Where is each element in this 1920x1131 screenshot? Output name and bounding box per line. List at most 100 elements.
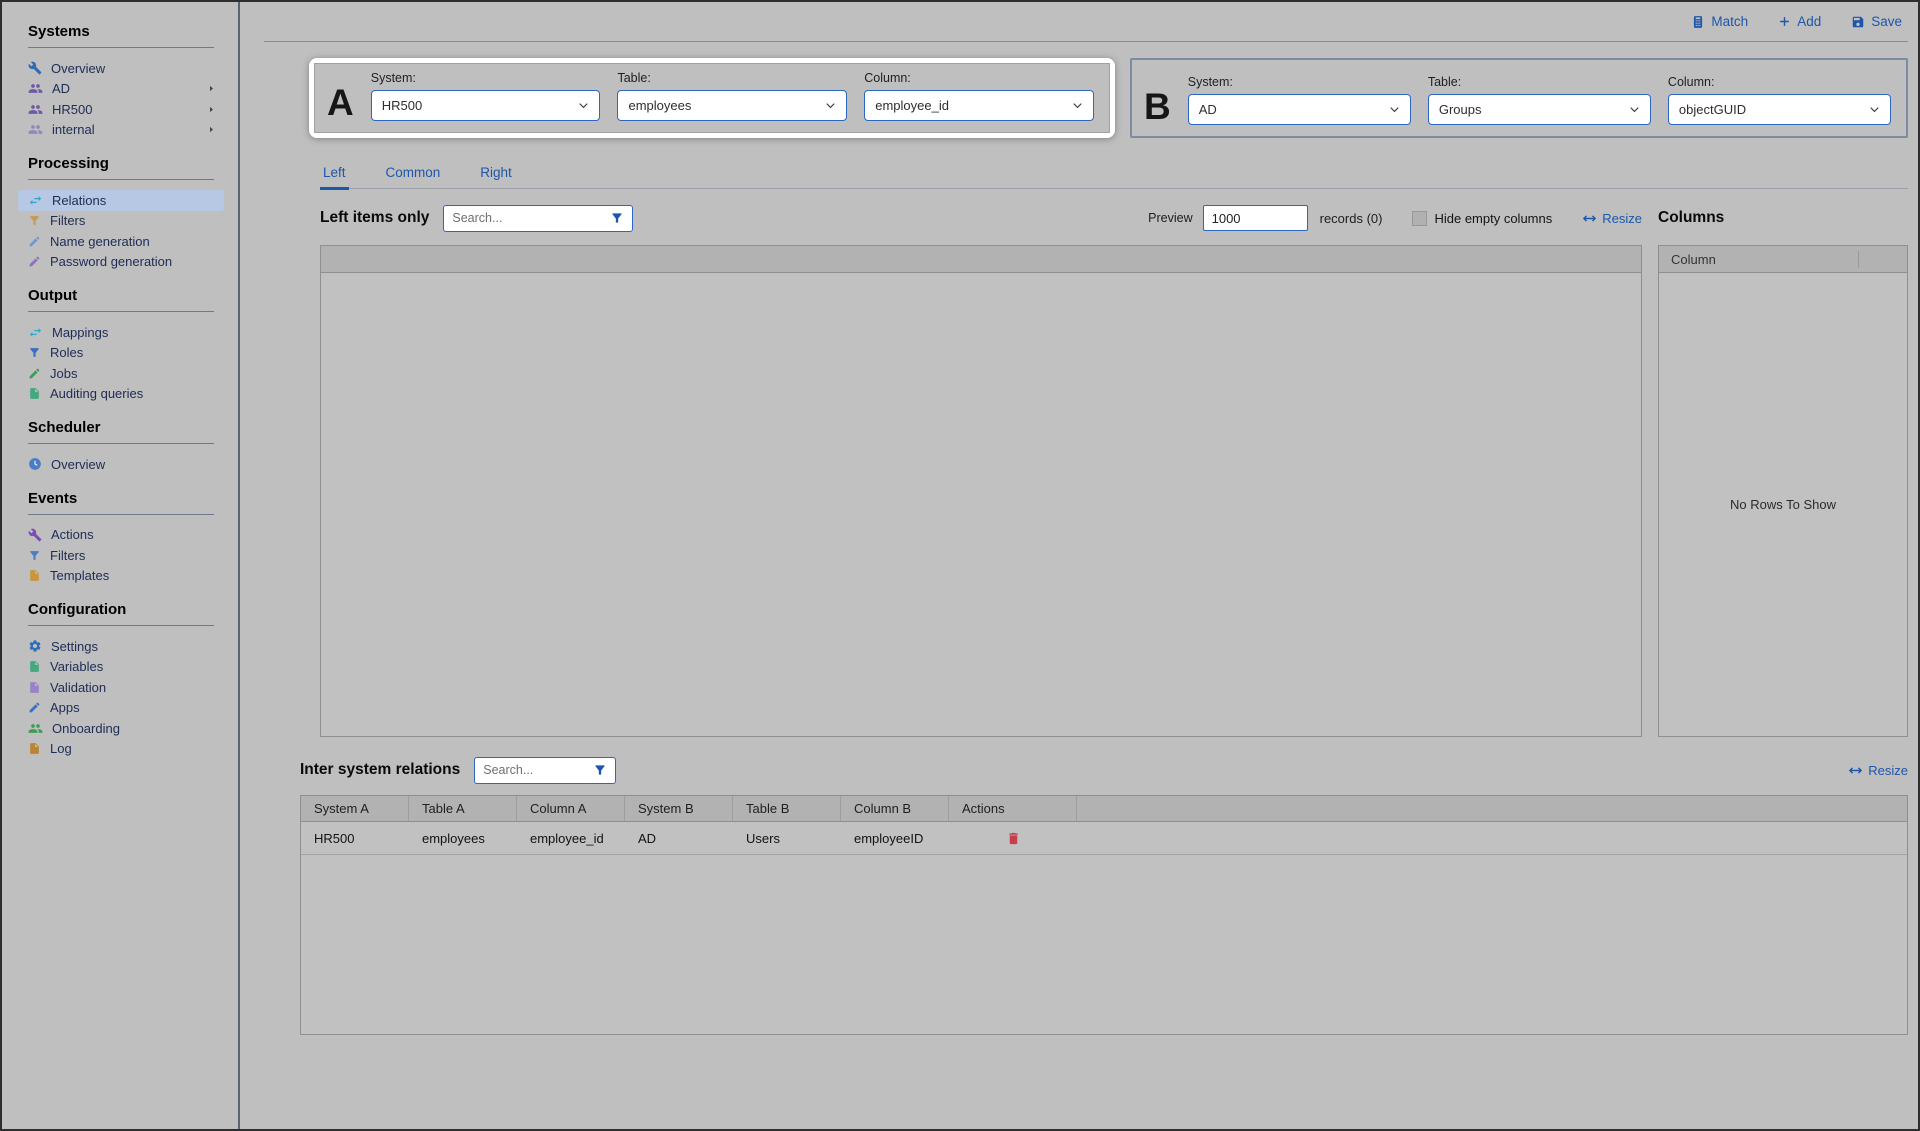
column-header-system-a[interactable]: System A [301,796,409,821]
column-header-column-a[interactable]: Column A [517,796,625,821]
sidebar-item-internal[interactable]: internal [18,120,224,141]
table-a-select[interactable]: employees [617,90,847,121]
relations-resize-link[interactable]: Resize [1848,763,1908,778]
chevron-down-icon [1867,102,1882,117]
system-b-value: AD [1199,102,1217,117]
column-b-value: objectGUID [1679,102,1746,117]
left-items-header-row: Left items only Search... Preview record… [320,202,1642,234]
column-header-actions[interactable]: Actions [949,796,1077,821]
system-a-select[interactable]: HR500 [371,90,601,121]
divider [28,514,214,515]
chevron-right-icon [207,105,216,114]
save-button[interactable]: Save [1851,14,1902,29]
cell-system-a: HR500 [301,831,409,846]
sidebar-item-jobs[interactable]: Jobs [18,363,224,384]
sidebar-item-label: Roles [50,345,83,360]
hide-empty-columns-checkbox[interactable] [1412,211,1427,226]
delete-relation-button[interactable] [1006,831,1021,846]
relations-search-input[interactable]: Search... [474,757,616,784]
relations-table-header: System A Table A Column A System B Table… [301,796,1907,822]
cell-column-a: employee_id [517,831,625,846]
search-placeholder: Search... [452,211,502,225]
column-a-select[interactable]: employee_id [864,90,1094,121]
sidebar-section-title-configuration: Configuration [28,601,214,618]
system-b-select[interactable]: AD [1188,94,1411,125]
sidebar-item-actions[interactable]: Actions [18,525,224,546]
add-button[interactable]: Add [1778,14,1821,29]
column-header-table-a[interactable]: Table A [409,796,517,821]
divider [28,47,214,48]
match-button[interactable]: Match [1691,14,1748,29]
middle-section: Left items only Search... Preview record… [320,202,1908,737]
sidebar-item-label: Settings [51,639,98,654]
sidebar-item-event-filters[interactable]: Filters [18,545,224,566]
sidebar-item-scheduler-overview[interactable]: Overview [18,454,224,475]
swap-arrows-icon [28,325,43,340]
sidebar-item-templates[interactable]: Templates [18,566,224,587]
calculator-icon [1691,15,1705,29]
column-header-system-b[interactable]: System B [625,796,733,821]
column-a-label: Column: [864,71,1094,85]
tab-common[interactable]: Common [383,160,444,190]
sidebar-item-hr500[interactable]: HR500 [18,99,224,120]
sidebar-item-apps[interactable]: Apps [18,698,224,719]
sidebar-section-title-scheduler: Scheduler [28,419,214,436]
resize-link-label: Resize [1602,211,1642,226]
relations-table: System A Table A Column A System B Table… [300,795,1908,1035]
table-b-select[interactable]: Groups [1428,94,1651,125]
left-items-search-input[interactable]: Search... [443,205,633,232]
sidebar-item-filters[interactable]: Filters [18,211,224,232]
column-header-column-b[interactable]: Column B [841,796,949,821]
sidebar-section-title-systems: Systems [28,23,214,40]
sidebar-item-ad[interactable]: AD [18,79,224,100]
sidebar-item-label: HR500 [52,102,92,117]
sidebar-item-settings[interactable]: Settings [18,636,224,657]
cell-table-a: employees [409,831,517,846]
sidebar-item-log[interactable]: Log [18,739,224,760]
chevron-right-icon [207,84,216,93]
sidebar-item-label: Overview [51,61,105,76]
chevron-right-icon [207,125,216,134]
sidebar-item-auditing-queries[interactable]: Auditing queries [18,384,224,405]
sidebar-item-label: Overview [51,457,105,472]
sidebar-item-relations[interactable]: Relations [18,190,224,211]
filter-funnel-icon[interactable] [593,763,607,777]
system-a-label: System: [371,71,601,85]
search-placeholder: Search... [483,763,533,777]
sidebar-item-label: Templates [50,568,109,583]
table-a-label: Table: [617,71,847,85]
sidebar-item-overview[interactable]: Overview [18,58,224,79]
sidebar-item-variables[interactable]: Variables [18,657,224,678]
filter-funnel-icon[interactable] [610,211,624,225]
document-icon [28,660,41,673]
gear-icon [28,639,42,653]
match-button-label: Match [1711,14,1748,29]
resize-arrows-icon [1848,763,1863,778]
columns-grid-header[interactable]: Column [1659,246,1907,273]
relation-table-row[interactable]: HR500 employees employee_id AD Users emp… [301,822,1907,855]
tab-left[interactable]: Left [320,160,349,190]
sidebar-item-label: Mappings [52,325,108,340]
sidebar-item-password-generation[interactable]: Password generation [18,252,224,273]
column-b-select[interactable]: objectGUID [1668,94,1891,125]
sidebar-item-mappings[interactable]: Mappings [18,322,224,343]
resize-link-label: Resize [1868,763,1908,778]
left-items-grid [320,245,1642,737]
chevron-down-icon [1070,98,1085,113]
top-toolbar: Match Add Save [264,2,1908,42]
relations-header-row: Inter system relations Search... Resize [300,755,1908,785]
tab-right[interactable]: Right [477,160,515,190]
sidebar-item-name-generation[interactable]: Name generation [18,231,224,252]
edit-icon [28,255,41,268]
sidebar-item-validation[interactable]: Validation [18,677,224,698]
sidebar-item-onboarding[interactable]: Onboarding [18,718,224,739]
sidebar-item-label: Apps [50,700,80,715]
column-header-table-b[interactable]: Table B [733,796,841,821]
column-header-filler [1077,796,1907,821]
divider [28,625,214,626]
sidebar-item-roles[interactable]: Roles [18,343,224,364]
preview-count-input[interactable] [1203,205,1308,231]
resize-link[interactable]: Resize [1582,211,1642,226]
column-resize-handle[interactable] [1858,251,1859,268]
cell-system-b: AD [625,831,733,846]
